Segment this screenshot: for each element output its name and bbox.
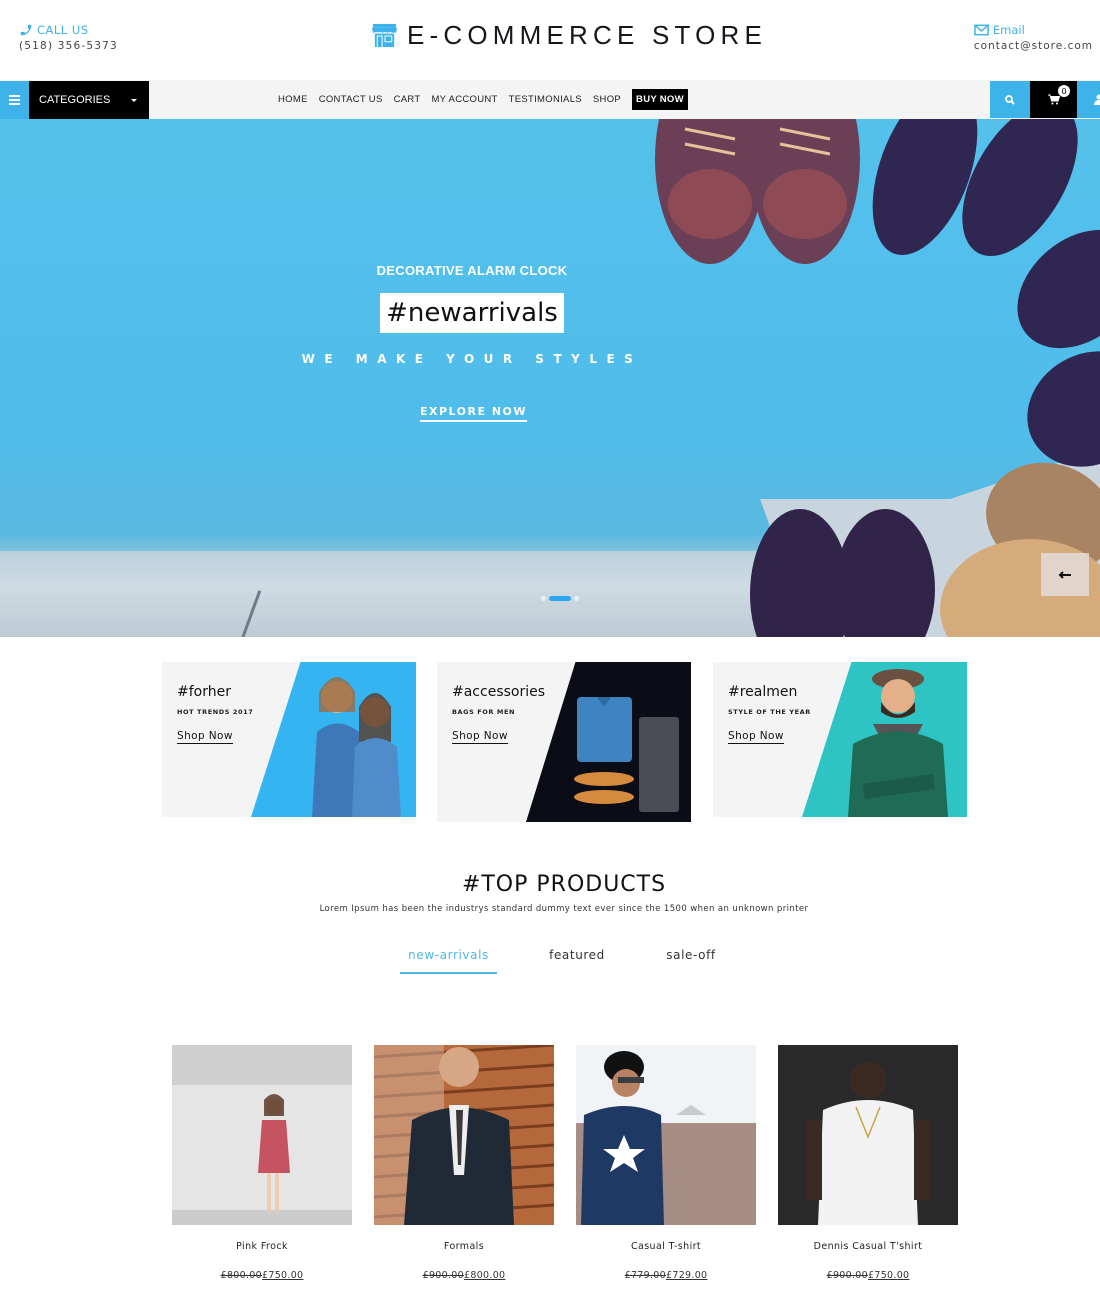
section-description: Lorem Ipsum has been the industrys stand… [319,904,809,914]
search-icon [1005,94,1015,105]
hero-shoes-image [655,119,1100,637]
email-link[interactable]: Email [974,23,1093,37]
product-price: £900.00£750.00 [778,1270,958,1281]
categories-dropdown[interactable]: CATEGORIES [29,81,149,119]
product-card[interactable]: Formals £900.00£800.00 [373,1043,555,1281]
hero-tagline: WE MAKE YOUR STYLES [301,352,643,366]
phone-icon [20,24,32,36]
product-price: £900.00£800.00 [374,1270,554,1281]
slider-dot[interactable] [541,596,546,601]
email-label: Email [992,23,1025,37]
promo-title: #accessories [452,684,546,700]
store-name: E-COMMERCE STORE [407,20,768,50]
nav-item-my-account[interactable]: MY ACCOUNT [431,94,497,105]
product-name[interactable]: Casual T-shirt [576,1241,756,1252]
promo-title: #realmen [728,684,798,700]
sale-price: £750.00 [262,1270,304,1281]
site-header: CALL US (518) 356-5373 E-COMMERCE STORE … [0,0,1100,80]
product-name[interactable]: Formals [374,1241,554,1252]
email-block: Email contact@store.com [974,23,1093,52]
arrow-left-icon [1058,570,1071,579]
buy-now-button[interactable]: BUY NOW [632,89,688,110]
cart-count-badge: 0 [1058,85,1070,97]
explore-now-button[interactable]: EXPLORE NOW [420,405,528,422]
nav-item-contact-us[interactable]: CONTACT US [319,94,383,105]
old-price: £800.00 [220,1270,262,1281]
promo-subtitle: HOT TRENDS 2017 [177,708,254,716]
email-address: contact@store.com [973,40,1093,52]
product-image [373,1043,555,1225]
promo-card-realmen[interactable]: #realmen STYLE OF THE YEAR Shop Now [713,662,967,817]
old-price: £779.00 [624,1270,666,1281]
product-card[interactable]: Dennis Casual T'shirt £900.00£750.00 [778,1045,958,1281]
nav-item-shop[interactable]: SHOP [593,94,621,105]
shop-now-link[interactable]: Shop Now [177,730,233,744]
phone-number: (518) 356-5373 [19,40,118,52]
nav-item-testimonials[interactable]: TESTIMONIALS [509,94,582,105]
old-price: £900.00 [826,1270,868,1281]
product-card[interactable]: Pink Frock £800.00£750.00 [172,1045,352,1281]
product-image [576,1045,756,1225]
product-price: £800.00£750.00 [172,1270,352,1281]
main-nav: CATEGORIES HOME CONTACT US CART MY ACCOU… [0,80,1100,119]
hamburger-icon [9,99,20,101]
nav-menu: HOME CONTACT US CART MY ACCOUNT TESTIMON… [278,80,688,119]
tab-sale-off[interactable]: sale-off [657,948,725,974]
promo-card-accessories[interactable]: #accessories BAGS FOR MEN Shop Now [437,662,691,822]
product-image [778,1045,958,1225]
nav-item-home[interactable]: HOME [278,94,308,105]
tab-new-arrivals[interactable]: new-arrivals [400,948,497,974]
product-card[interactable]: Casual T-shirt £779.00£729.00 [576,1045,756,1281]
promo-subtitle: BAGS FOR MEN [452,708,516,716]
slider-prev-button[interactable] [1041,553,1089,596]
slider-dot[interactable] [574,596,579,601]
man-photo [848,669,948,817]
nav-item-cart[interactable]: CART [394,94,421,105]
cart-button[interactable]: 0 [1030,81,1077,118]
product-price: £779.00£729.00 [576,1270,756,1281]
section-title: #TOP PRODUCTS [461,872,667,897]
store-logo[interactable]: E-COMMERCE STORE [371,20,767,51]
product-image [172,1045,352,1225]
storefront-icon [371,23,398,48]
categories-label: CATEGORIES [39,94,111,106]
accessories-photo [574,697,679,812]
search-button[interactable] [990,81,1030,118]
user-icon [1094,94,1100,105]
hero-slider: DECORATIVE ALARM CLOCK #newarrivals WE M… [0,119,1100,637]
promo-subtitle: STYLE OF THE YEAR [728,708,811,716]
cart-icon [1047,94,1060,105]
tab-featured[interactable]: featured [497,948,657,974]
slider-dot-active[interactable] [549,596,571,601]
shop-now-link[interactable]: Shop Now [452,730,508,744]
hero-subtitle: DECORATIVE ALARM CLOCK [376,263,568,278]
promo-title: #forher [177,684,231,700]
promo-card-forher[interactable]: #forher HOT TRENDS 2017 Shop Now [162,662,416,817]
envelope-icon [974,24,989,36]
promo-banners: #forher HOT TRENDS 2017 Shop Now #access… [0,637,1100,859]
hero-floor-bg [0,551,760,637]
shop-now-link[interactable]: Shop Now [728,730,784,744]
product-name[interactable]: Dennis Casual T'shirt [778,1241,958,1252]
women-photo [312,677,401,817]
call-us-link[interactable]: CALL US [19,23,118,37]
menu-toggle-button[interactable] [0,81,29,119]
call-us-label: CALL US [37,23,89,37]
old-price: £900.00 [422,1270,464,1281]
product-name[interactable]: Pink Frock [172,1241,352,1252]
product-grid: Pink Frock £800.00£750.00 Formals £900.0… [172,1043,958,1281]
product-tabs: new-arrivals featured sale-off [400,948,725,974]
sale-price: £800.00 [464,1270,506,1281]
call-us-block: CALL US (518) 356-5373 [19,23,118,52]
sale-price: £750.00 [868,1270,910,1281]
sale-price: £729.00 [666,1270,708,1281]
slider-dots [541,596,579,601]
account-button[interactable] [1077,81,1100,118]
caret-down-icon [131,99,137,102]
hero-tag: #newarrivals [380,293,564,333]
